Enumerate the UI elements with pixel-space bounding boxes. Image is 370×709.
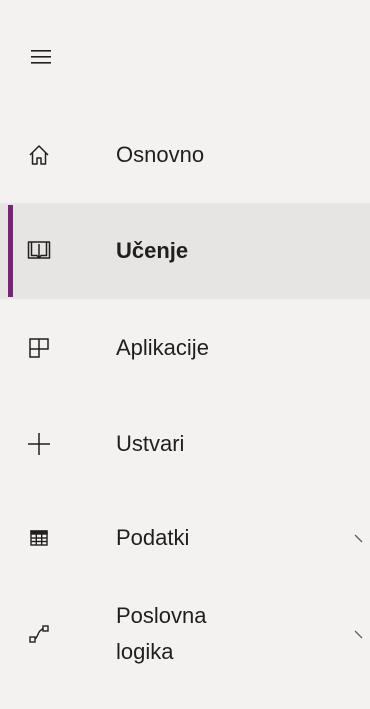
left-navigation: Osnovno Učenje Aplikacije Ustvari Podatk… bbox=[0, 0, 370, 709]
nav-item-label: Podatki bbox=[116, 525, 190, 550]
nav-item-home[interactable]: Osnovno bbox=[0, 107, 370, 203]
nav-item-apps[interactable]: Aplikacije bbox=[0, 300, 370, 396]
nav-item-label: Poslovna logika bbox=[116, 603, 207, 664]
nav-item-data[interactable]: Podatki bbox=[0, 490, 370, 586]
hamburger-menu-icon bbox=[31, 50, 51, 64]
table-icon bbox=[24, 523, 54, 553]
home-icon bbox=[24, 140, 54, 170]
book-icon bbox=[24, 236, 54, 266]
nav-item-business-logic[interactable]: Poslovna logika bbox=[0, 584, 370, 684]
chevron-down-icon[interactable] bbox=[354, 626, 370, 642]
nav-item-label: Aplikacije bbox=[116, 335, 209, 360]
nav-item-learn[interactable]: Učenje bbox=[0, 203, 370, 299]
nav-item-create[interactable]: Ustvari bbox=[0, 396, 370, 492]
flow-icon bbox=[24, 619, 54, 649]
nav-item-label: Osnovno bbox=[116, 142, 205, 167]
chevron-down-icon[interactable] bbox=[354, 530, 370, 546]
apps-grid-icon bbox=[24, 333, 54, 363]
plus-icon bbox=[24, 429, 54, 459]
nav-item-label: Učenje bbox=[116, 238, 189, 263]
nav-item-label: Ustvari bbox=[116, 431, 185, 456]
hamburger-menu-button[interactable] bbox=[26, 42, 56, 72]
